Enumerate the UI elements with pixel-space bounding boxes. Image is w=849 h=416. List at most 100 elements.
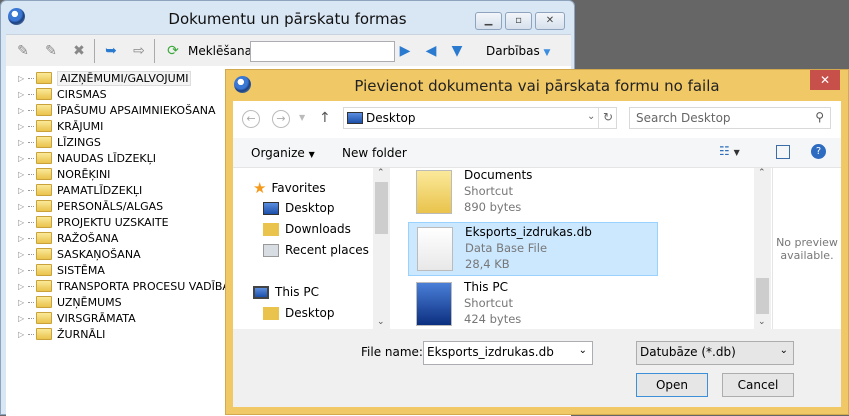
files-scrollbar[interactable]: ⌃ ⌄ <box>754 168 771 329</box>
import-icon[interactable]: ➥ <box>102 42 120 60</box>
copy-edit-icon[interactable]: ✎ <box>42 42 60 60</box>
folder-icon <box>36 280 52 292</box>
dialog-close-button[interactable]: ✕ <box>810 70 840 90</box>
tree-item[interactable]: ▷ VIRSGRĀMATA <box>18 310 136 326</box>
expand-arrow-icon[interactable]: ▷ <box>18 266 28 275</box>
close-button[interactable]: ✕ <box>535 12 565 30</box>
tree-item[interactable]: ▷ UZŅĒMUMS <box>18 294 122 310</box>
expand-arrow-icon[interactable]: ▷ <box>18 282 28 291</box>
search-label: Meklēšana: <box>188 44 257 58</box>
nav-item-downloads[interactable]: Downloads <box>263 222 351 236</box>
tree-item[interactable]: ▷ CIRSMAS <box>18 86 107 102</box>
expand-icon[interactable]: ▶ <box>396 42 414 60</box>
delete-icon[interactable]: ✖ <box>70 42 88 60</box>
actions-menu[interactable]: Darbības ▼ <box>486 44 550 58</box>
search-input[interactable] <box>250 41 395 62</box>
tree-item-label: AIZŅĒMUMI/GALVOJUMI <box>57 70 192 86</box>
folder-icon <box>36 296 52 308</box>
tree-item[interactable]: ▷ ŽURNĀLI <box>18 326 105 342</box>
tree-item[interactable]: ▷ TRANSPORTA PROCESU VADĪBA <box>18 278 230 294</box>
expand-arrow-icon[interactable]: ▷ <box>18 250 28 259</box>
expand-arrow-icon[interactable]: ▷ <box>18 122 28 131</box>
up-button[interactable]: ↑ <box>319 110 331 126</box>
expand-arrow-icon[interactable]: ▷ <box>18 106 28 115</box>
export-icon[interactable]: ⇨ <box>130 42 148 60</box>
tree-item-label: TRANSPORTA PROCESU VADĪBA <box>57 279 230 293</box>
nav-item-pc-desktop[interactable]: Desktop <box>263 306 335 320</box>
expand-arrow-icon[interactable]: ▷ <box>18 154 28 163</box>
file-item[interactable]: This PC Shortcut 424 bytes <box>408 278 658 332</box>
tree-item[interactable]: ▷ KRĀJUMI <box>18 118 103 134</box>
tree-item-label: SASKAŅOŠANA <box>57 247 141 261</box>
minimize-button[interactable]: ▁ <box>475 12 502 30</box>
help-icon[interactable]: ? <box>811 144 826 159</box>
expand-arrow-icon[interactable]: ▷ <box>18 170 28 179</box>
expand-arrow-icon[interactable]: ▷ <box>18 314 28 323</box>
folder-icon <box>36 312 52 324</box>
chevron-down-icon: ▼ <box>543 48 551 58</box>
file-item[interactable]: Eksports_izdrukas.db Data Base File 28,4 K… <box>408 222 658 276</box>
nav-favorites[interactable]: ★ Favorites <box>253 179 326 197</box>
nav-item-desktop[interactable]: Desktop <box>263 201 335 215</box>
file-type-select[interactable]: Datubāze (*.db) ⌄ <box>636 341 794 365</box>
expand-arrow-icon[interactable]: ▷ <box>18 218 28 227</box>
separator <box>94 39 95 63</box>
search-box[interactable]: Search Desktop ⚲ <box>629 107 831 129</box>
preview-pane-icon[interactable] <box>776 145 790 159</box>
expand-arrow-icon[interactable]: ▷ <box>18 234 28 243</box>
address-bar[interactable]: Desktop ⌄ ↻ <box>343 107 617 129</box>
refresh-icon[interactable]: ↻ <box>603 110 613 124</box>
tree-item[interactable]: ▷ RAŽOŠANA <box>18 230 118 246</box>
collapse-icon[interactable]: ◀ <box>422 42 440 60</box>
tree-item[interactable]: ▷ NORĒĶINI <box>18 166 110 182</box>
filter-icon[interactable]: ▼ <box>448 42 466 60</box>
file-size: 28,4 KB <box>465 257 510 271</box>
file-type-value: Datubāze (*.db) <box>640 345 736 359</box>
tree-item[interactable]: ▷ PAMATLĪDZEKĻI <box>18 182 142 198</box>
tree-item[interactable]: ▷ AIZŅĒMUMI/GALVOJUMI <box>18 70 192 86</box>
expand-arrow-icon[interactable]: ▷ <box>18 202 28 211</box>
tree-item[interactable]: ▷ ĪPAŠUMU APSAIMNIEKOŠANA <box>18 102 216 118</box>
expand-arrow-icon[interactable]: ▷ <box>18 74 28 83</box>
expand-arrow-icon[interactable]: ▷ <box>18 186 28 195</box>
expand-arrow-icon[interactable]: ▷ <box>18 330 28 339</box>
expand-arrow-icon[interactable]: ▷ <box>18 90 28 99</box>
file-size: 890 bytes <box>464 200 522 214</box>
folder-icon <box>36 184 52 196</box>
address-dropdown-icon[interactable]: ⌄ <box>587 111 595 122</box>
folder-icon <box>36 136 52 148</box>
tree-item[interactable]: ▷ PERSONĀLS/ALGAS <box>18 198 163 214</box>
file-type: Shortcut <box>464 184 513 198</box>
file-item[interactable]: Documents Shortcut 890 bytes <box>408 166 658 220</box>
forward-button[interactable]: → <box>272 110 290 128</box>
view-options-icon[interactable]: ☷ ▼ <box>719 144 740 158</box>
folder-icon <box>36 104 52 116</box>
file-name-input[interactable]: Eksports_izdrukas.db ⌄ <box>423 341 593 365</box>
tree-item-label: PAMATLĪDZEKĻI <box>57 183 143 197</box>
computer-icon <box>253 285 269 299</box>
tree-item[interactable]: ▷ SISTĒMA <box>18 262 105 278</box>
expand-arrow-icon[interactable]: ▷ <box>18 138 28 147</box>
file-type: Data Base File <box>465 241 548 255</box>
nav-scrollbar[interactable]: ⌃ ⌄ <box>373 168 390 329</box>
nav-this-pc[interactable]: This PC <box>253 285 319 299</box>
tree-item[interactable]: ▷ SASKAŅOŠANA <box>18 246 141 262</box>
refresh-icon[interactable]: ⟳ <box>164 42 182 60</box>
edit-icon[interactable]: ✎ <box>14 42 32 60</box>
nav-item-recent[interactable]: Recent places <box>263 243 369 257</box>
expand-arrow-icon[interactable]: ▷ <box>18 298 28 307</box>
cancel-button[interactable]: Cancel <box>722 373 794 397</box>
search-placeholder: Search Desktop <box>636 111 731 125</box>
back-button[interactable]: ← <box>242 110 260 128</box>
tree-item[interactable]: ▷ PROJEKTU UZSKAITE <box>18 214 169 230</box>
new-folder-button[interactable]: New folder <box>342 146 407 160</box>
maximize-button[interactable]: ▫ <box>505 12 532 30</box>
tree-item[interactable]: ▷ LĪZINGS <box>18 134 101 150</box>
recent-dropdown-icon[interactable]: ▼ <box>299 113 305 122</box>
tree-item[interactable]: ▷ NAUDAS LĪDZEKĻI <box>18 150 156 166</box>
organize-button[interactable]: Organize ▼ <box>251 146 315 160</box>
tree-item-label: VIRSGRĀMATA <box>57 311 136 325</box>
tree-item-label: NORĒĶINI <box>57 167 111 181</box>
organize-label: Organize <box>251 146 305 160</box>
open-button[interactable]: Open <box>636 373 708 397</box>
